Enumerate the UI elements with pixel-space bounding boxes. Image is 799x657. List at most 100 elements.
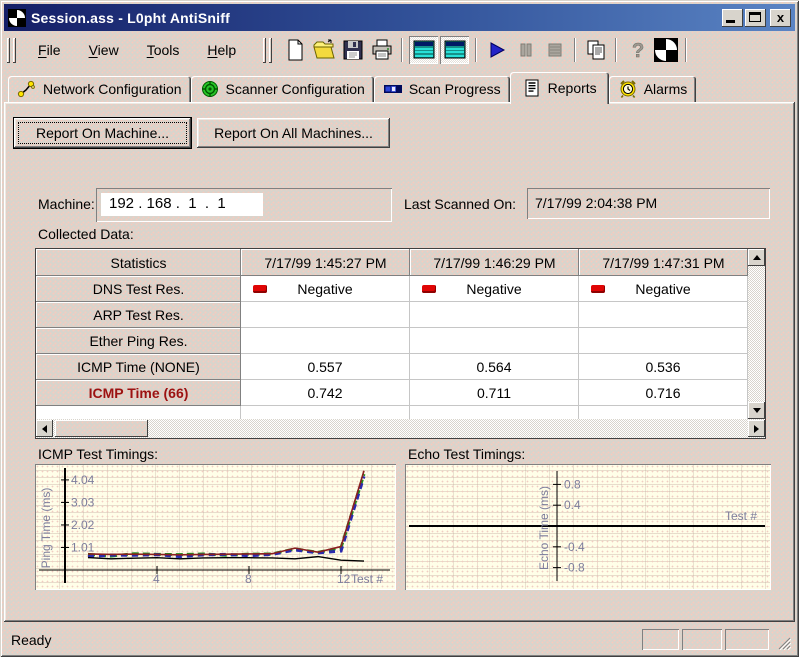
row-label[interactable]: DNS Test Res.: [36, 276, 241, 302]
band-gripper[interactable]: [13, 38, 16, 63]
row-label[interactable]: ICMP Time (NONE): [36, 354, 241, 380]
status-message: Ready: [11, 631, 52, 648]
column-header[interactable]: 7/17/99 1:46:29 PM: [410, 249, 579, 276]
scroll-left-button[interactable]: [36, 420, 53, 437]
resize-grip[interactable]: [776, 635, 791, 650]
svg-text:3.03: 3.03: [71, 495, 95, 509]
icmp-chart-title: ICMP Test Timings:: [38, 446, 159, 462]
row-label[interactable]: ICMP Time (66): [36, 380, 241, 406]
table-cell[interactable]: 0.564: [410, 354, 579, 380]
scroll-up-button[interactable]: [748, 249, 765, 266]
status-bar: Ready: [4, 626, 795, 653]
scrollbar-thumb[interactable]: [55, 420, 148, 437]
minimize-button[interactable]: [722, 8, 743, 27]
svg-text:1.01: 1.01: [71, 540, 95, 554]
alarm-icon: [619, 80, 636, 98]
column-header[interactable]: Statistics: [36, 249, 241, 276]
negative-flag-icon: [422, 284, 436, 293]
machine-view-left-button[interactable]: [409, 36, 439, 64]
app-window: Session.ass - L0pht AntiSniff x File Vie…: [0, 0, 799, 657]
svg-text:Test #: Test #: [725, 509, 757, 523]
table-cell[interactable]: [579, 328, 748, 354]
table-cell[interactable]: 0.716: [579, 380, 748, 406]
tab-label: Reports: [547, 80, 597, 96]
band-gripper[interactable]: [7, 38, 10, 63]
vertical-scrollbar[interactable]: [748, 249, 765, 419]
close-icon: x: [776, 9, 785, 25]
copy-report-button[interactable]: [581, 36, 610, 64]
menu-tools[interactable]: Tools: [133, 39, 194, 61]
menu-help[interactable]: Help: [193, 39, 250, 61]
table-cell[interactable]: Negative: [241, 276, 410, 302]
progress-icon: [383, 85, 402, 93]
tab-label: Scanner Configuration: [225, 81, 365, 97]
row-label[interactable]: ARP Test Res.: [36, 302, 241, 328]
scroll-down-button[interactable]: [748, 402, 765, 419]
l0pht-logo-icon: [653, 38, 678, 62]
band-gripper[interactable]: [263, 38, 266, 63]
table-cell[interactable]: [579, 302, 748, 328]
svg-text:0.4: 0.4: [564, 498, 581, 512]
echo-chart-title: Echo Test Timings:: [408, 446, 526, 462]
echo-chart-svg: 0.8 0.4 -0.4 -0.8 Test # Echo Time (ms): [409, 471, 765, 581]
table-cell[interactable]: 0.536: [579, 354, 748, 380]
maximize-icon: [749, 11, 761, 22]
band-gripper[interactable]: [269, 38, 272, 63]
svg-text:-0.4: -0.4: [564, 540, 585, 554]
tab-scan-progress[interactable]: Scan Progress: [374, 76, 510, 102]
menu-view[interactable]: View: [75, 39, 133, 61]
title-bar[interactable]: Session.ass - L0pht AntiSniff x: [4, 4, 795, 31]
table-cell[interactable]: Negative: [410, 276, 579, 302]
table-cell[interactable]: [241, 328, 410, 354]
status-pane: [642, 629, 679, 650]
tab-alarms[interactable]: Alarms: [609, 76, 697, 102]
copy-icon: [587, 40, 605, 60]
table-cell[interactable]: [410, 328, 579, 354]
save-file-button[interactable]: [338, 36, 367, 64]
table-cell[interactable]: [410, 302, 579, 328]
table-row: DNS Test Res. Negative Negative Negative: [36, 276, 748, 302]
close-button[interactable]: x: [770, 8, 791, 27]
table-cell[interactable]: 0.557: [241, 354, 410, 380]
help-button[interactable]: ?: [622, 36, 651, 64]
negative-flag-icon: [253, 284, 267, 293]
machine-ip-input[interactable]: 192 . 168 . 1 . 1: [101, 193, 263, 216]
report-on-machine-button[interactable]: Report On Machine...: [13, 117, 192, 149]
menu-file[interactable]: File: [24, 39, 75, 61]
row-label[interactable]: Ether Ping Res.: [36, 328, 241, 354]
help-icon: ?: [631, 40, 644, 62]
start-scan-button[interactable]: [482, 36, 511, 64]
machine-view-right-button[interactable]: [440, 36, 470, 64]
l0pht-logo-button[interactable]: [651, 36, 680, 64]
column-header[interactable]: 7/17/99 1:45:27 PM: [241, 249, 410, 276]
toolbar-separator: [574, 38, 577, 62]
pause-scan-button[interactable]: [511, 36, 540, 64]
report-on-all-machines-button[interactable]: Report On All Machines...: [197, 118, 390, 148]
table-cell[interactable]: 0.742: [241, 380, 410, 406]
scanner-icon: [201, 81, 218, 97]
l0pht-logo-icon: [8, 8, 26, 27]
horizontal-scrollbar[interactable]: [36, 419, 765, 438]
tab-network-configuration[interactable]: Network Configuration: [8, 76, 191, 102]
print-icon: [372, 39, 392, 60]
maximize-button[interactable]: [745, 8, 766, 27]
tab-reports[interactable]: Reports: [510, 72, 609, 104]
scroll-right-button[interactable]: [748, 420, 765, 437]
minimize-icon: [726, 19, 735, 23]
status-pane: [725, 629, 769, 650]
column-header[interactable]: 7/17/99 1:47:31 PM: [579, 249, 748, 276]
table-cell[interactable]: Negative: [579, 276, 748, 302]
table-row: ARP Test Res.: [36, 302, 748, 328]
print-button[interactable]: [367, 36, 396, 64]
tab-strip: Network Configuration Scanner Configurat…: [8, 72, 696, 104]
new-file-button[interactable]: [280, 36, 309, 64]
open-file-button[interactable]: [309, 36, 338, 64]
reports-panel: Report On Machine... Report On All Machi…: [4, 102, 795, 622]
tab-label: Scan Progress: [408, 81, 501, 97]
stop-scan-button[interactable]: [540, 36, 569, 64]
svg-text:4.04: 4.04: [71, 473, 95, 487]
window-title: Session.ass - L0pht AntiSniff: [31, 9, 230, 26]
table-cell[interactable]: 0.711: [410, 380, 579, 406]
table-cell[interactable]: [241, 302, 410, 328]
tab-scanner-configuration[interactable]: Scanner Configuration: [191, 76, 374, 102]
